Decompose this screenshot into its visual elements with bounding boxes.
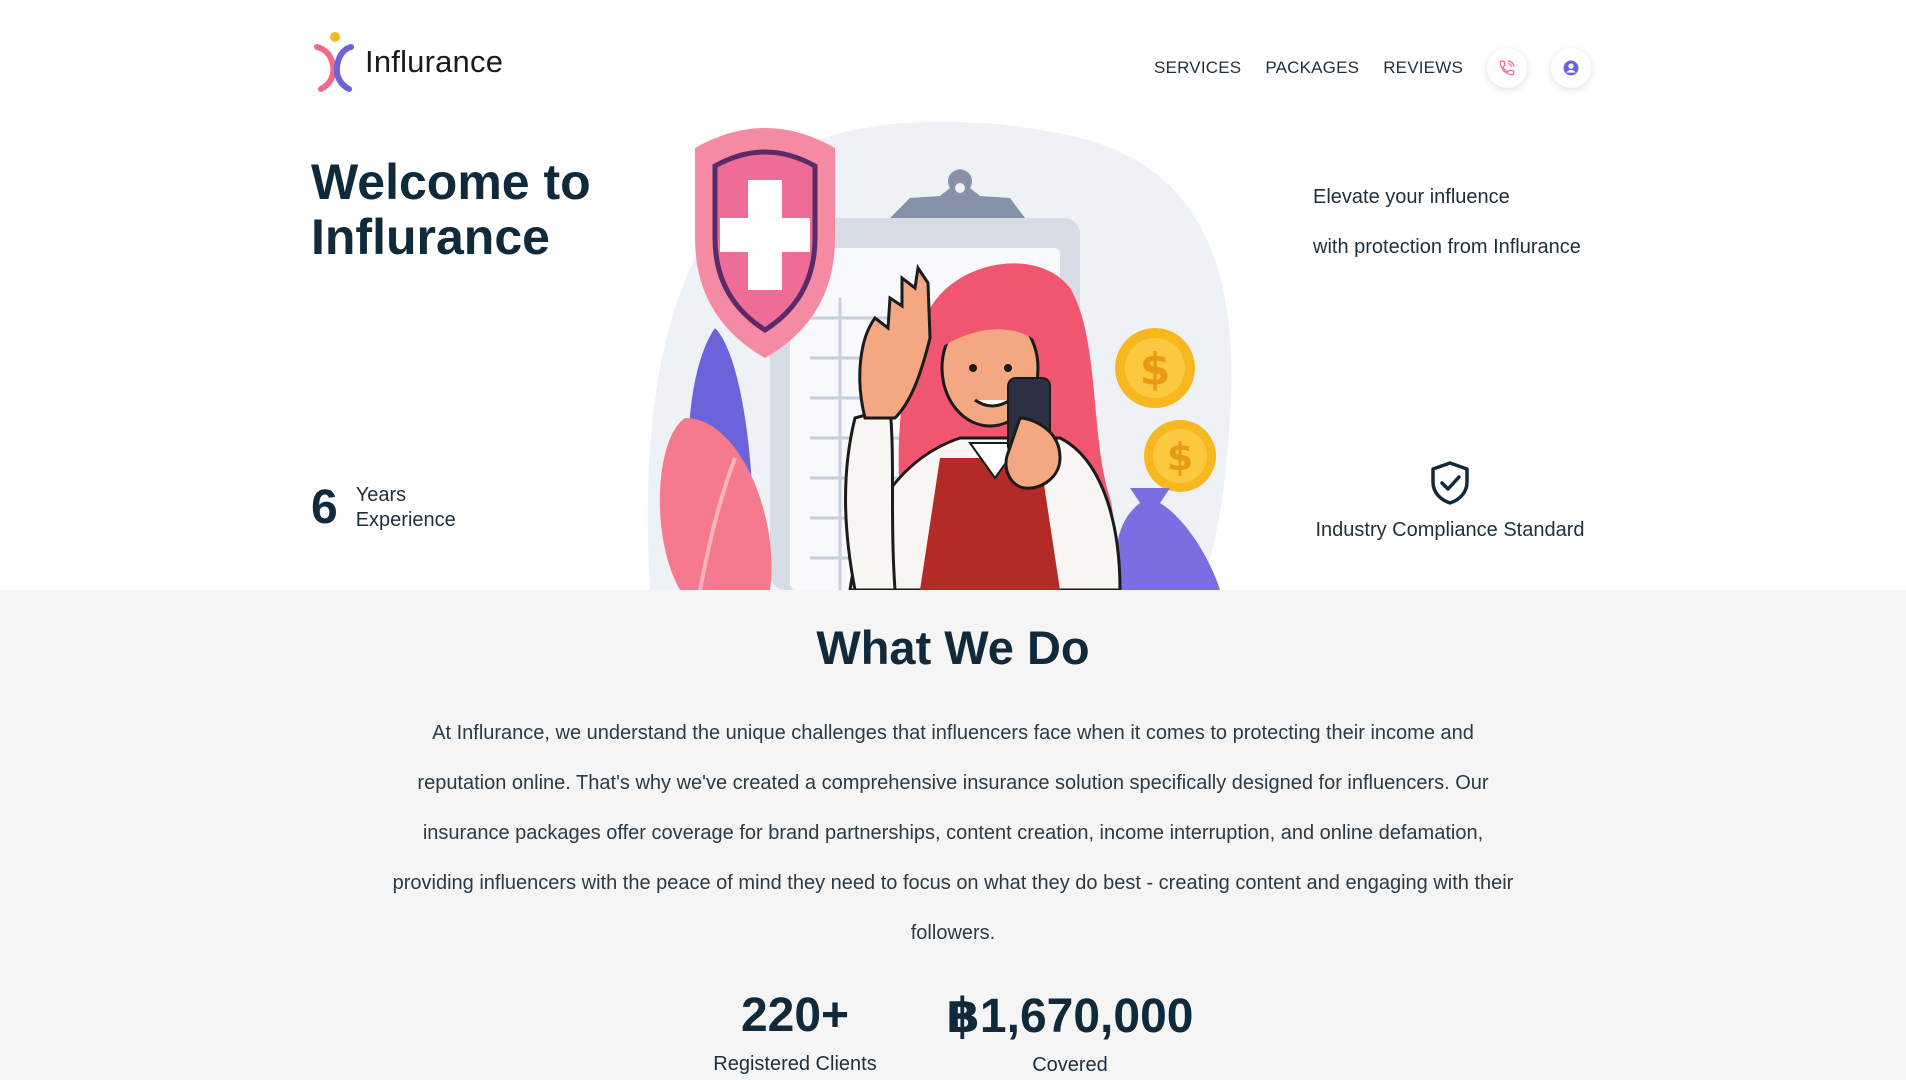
experience-stat: 6 Years Experience <box>311 480 456 535</box>
main-nav: SERVICES PACKAGES REVIEWS <box>1154 48 1591 88</box>
nav-packages[interactable]: PACKAGES <box>1265 58 1359 78</box>
user-icon <box>1563 60 1579 76</box>
what-we-do-body: At Influrance, we understand the unique … <box>392 722 1514 944</box>
stat-value: 220+ <box>740 989 850 1042</box>
experience-number: 6 <box>311 481 338 534</box>
brand-name: Influrance <box>365 44 504 79</box>
stat-value: ฿1,670,000 <box>946 990 1194 1043</box>
nav-reviews[interactable]: REVIEWS <box>1383 58 1463 78</box>
brand-logo[interactable]: Influrance <box>311 31 503 93</box>
hero-tagline-line2: with protection from Influrance <box>1313 236 1581 258</box>
svg-text:$: $ <box>1167 435 1193 479</box>
influrance-logo-icon <box>314 32 354 92</box>
stat-label: Registered Clients <box>713 1053 877 1075</box>
hero-title-line2: Influrance <box>311 209 550 265</box>
hero-tagline-line1: Elevate your influence <box>1313 186 1510 208</box>
nav-services[interactable]: SERVICES <box>1154 58 1241 78</box>
what-we-do-title: What We Do <box>816 621 1090 674</box>
stat-registered-clients: 220+ Registered Clients <box>690 988 900 1076</box>
svg-text:$: $ <box>1140 344 1171 395</box>
hero-title-line1: Welcome to <box>311 154 591 210</box>
experience-label-line1: Years <box>355 483 407 506</box>
stat-covered: ฿1,670,000 Covered <box>930 988 1210 1077</box>
experience-label-line2: Experience <box>355 508 456 531</box>
stat-label: Covered <box>1032 1054 1108 1076</box>
phone-icon <box>1499 60 1515 76</box>
account-button[interactable] <box>1551 48 1591 88</box>
shield-check-icon <box>1431 461 1469 505</box>
hero-title: Welcome to Influrance <box>311 155 591 265</box>
hero-tagline: Elevate your influence with protection f… <box>1313 172 1581 272</box>
phone-button[interactable] <box>1487 48 1527 88</box>
hero-illustration: $ $ <box>647 121 1232 590</box>
compliance-label: Industry Compliance Standard <box>1315 519 1585 541</box>
compliance-badge: Industry Compliance Standard <box>1290 460 1610 542</box>
